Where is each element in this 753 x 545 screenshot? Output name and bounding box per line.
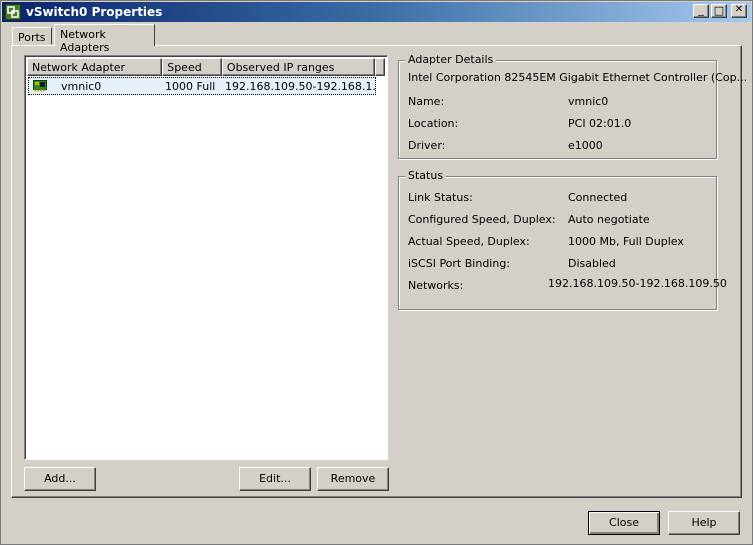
networks-label: Networks: (408, 279, 464, 292)
cell-speed: 1000 Full (165, 79, 216, 93)
actual-speed-label: Actual Speed, Duplex: (408, 235, 530, 248)
network-card-icon (33, 80, 47, 92)
list-header: Network Adapter Speed Observed IP ranges (27, 58, 385, 76)
configured-speed-label: Configured Speed, Duplex: (408, 213, 556, 226)
driver-label: Driver: (408, 139, 446, 152)
properties-dialog: vSwitch0 Properties _ □ ✕ Ports Network … (0, 0, 753, 545)
status-legend: Status (405, 169, 447, 182)
help-button[interactable]: Help (668, 511, 740, 535)
column-header-filler (375, 58, 385, 76)
link-status-value: Connected (568, 191, 628, 204)
add-button[interactable]: Add... (24, 467, 96, 491)
adapter-list[interactable]: Network Adapter Speed Observed IP ranges… (24, 55, 388, 460)
close-button[interactable]: Close (588, 511, 660, 535)
cell-ip-ranges: 192.168.109.50-192.168.1... (225, 79, 375, 93)
remove-button[interactable]: Remove (317, 467, 389, 491)
vsphere-app-icon (5, 4, 21, 20)
cell-adapter-name: vmnic0 (61, 79, 102, 93)
column-header-network-adapter[interactable]: Network Adapter (27, 58, 163, 76)
actual-speed-value: 1000 Mb, Full Duplex (568, 235, 684, 248)
maximize-icon: □ (713, 4, 725, 17)
column-header-observed-ip[interactable]: Observed IP ranges (221, 58, 375, 76)
location-value: PCI 02:01.0 (568, 117, 632, 130)
iscsi-binding-value: Disabled (568, 257, 616, 270)
tab-ports-label: Ports (18, 31, 46, 44)
window-title: vSwitch0 Properties (26, 5, 163, 19)
name-label: Name: (408, 95, 445, 108)
close-icon: ✕ (734, 4, 744, 15)
configured-speed-value: Auto negotiate (568, 213, 650, 226)
minimize-button[interactable]: _ (693, 3, 709, 18)
tab-ports[interactable]: Ports (12, 27, 52, 45)
driver-value: e1000 (568, 139, 603, 152)
adapter-details-legend: Adapter Details (405, 53, 497, 66)
title-bar[interactable]: vSwitch0 Properties _ □ ✕ (2, 2, 751, 22)
link-status-label: Link Status: (408, 191, 473, 204)
name-value: vmnic0 (568, 95, 609, 108)
status-group: Status Link Status: Connected Configured… (398, 169, 727, 310)
edit-button[interactable]: Edit... (239, 467, 311, 491)
maximize-button[interactable]: □ (711, 4, 727, 18)
close-window-button[interactable]: ✕ (731, 4, 747, 18)
tab-network-adapters-label: Network Adapters (60, 28, 110, 54)
minimize-icon: _ (698, 3, 704, 16)
location-label: Location: (408, 117, 459, 130)
adapter-description: Intel Corporation 82545EM Gigabit Ethern… (408, 71, 748, 84)
adapter-details-group: Adapter Details Intel Corporation 82545E… (398, 53, 747, 159)
iscsi-binding-label: iSCSI Port Binding: (408, 257, 511, 270)
column-header-speed[interactable]: Speed (162, 58, 222, 76)
tab-network-adapters[interactable]: Network Adapters (54, 24, 155, 54)
table-row[interactable]: vmnic0 1000 Full 192.168.109.50-192.168.… (28, 77, 376, 95)
networks-value: 192.168.109.50-192.168.109.50 (548, 277, 727, 290)
